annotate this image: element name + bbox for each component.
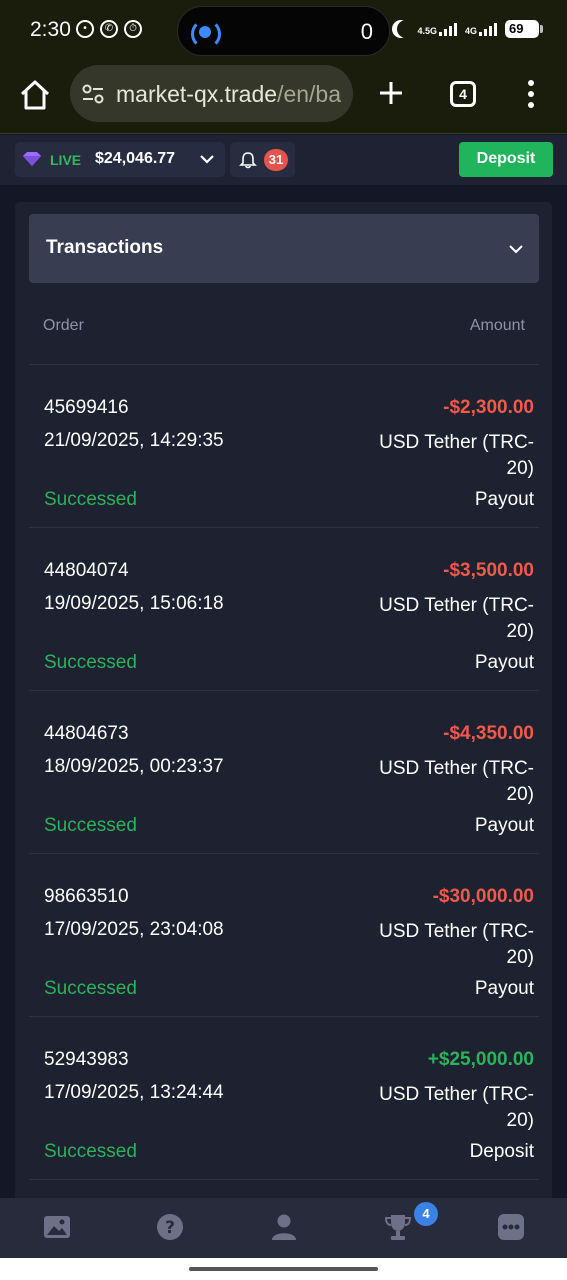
system-status-bar: 2:30 • ✆ ⏱ 0 4.5G 4G 69 [0, 0, 567, 62]
url-text[interactable]: market-qx.trade/en/ba [116, 81, 341, 108]
tab-switcher-button[interactable]: 4 [450, 81, 476, 107]
order-status: Successed [44, 978, 137, 999]
order-id: 98663510 [44, 886, 129, 907]
account-balance: $24,046.77 [95, 150, 176, 167]
order-status: Successed [44, 489, 137, 510]
payment-method: USD Tether (TRC-20) [379, 1084, 534, 1131]
user-icon[interactable] [270, 1213, 298, 1241]
notification-icons: • ✆ ⏱ [76, 20, 142, 38]
transaction-type: Payout [474, 652, 534, 673]
chevron-down-icon [200, 155, 214, 164]
table-row[interactable]: 44804673 18/09/2025, 00:23:37 Successed … [29, 691, 539, 854]
order-status: Successed [44, 1141, 137, 1162]
order-amount: -$3,500.00 [443, 560, 534, 581]
order-id: 45699416 [44, 397, 129, 418]
url-path: /en/ba [277, 81, 342, 107]
address-bar[interactable]: market-qx.trade/en/ba [70, 65, 353, 122]
main-content: Transactions Order Amount 45699416 21/09… [0, 185, 567, 1198]
trophy-icon [384, 1215, 412, 1240]
order-id: 44804673 [44, 723, 129, 744]
transactions-title: Transactions [46, 237, 164, 258]
trophy-badge: 4 [414, 1202, 438, 1226]
notifications-button[interactable]: 31 [230, 142, 295, 177]
do-not-disturb-icon [397, 20, 415, 38]
signal-icon-2 [479, 22, 497, 36]
trophy-nav-item[interactable] [384, 1213, 412, 1241]
payment-method: USD Tether (TRC-20) [379, 921, 534, 968]
bottom-navigation: ? 4 [0, 1198, 567, 1258]
transactions-list: 45699416 21/09/2025, 14:29:35 Successed … [29, 365, 539, 1180]
order-datetime: 18/09/2025, 00:23:37 [44, 756, 224, 777]
svg-text:?: ? [165, 1218, 175, 1238]
clock: 2:30 [30, 18, 71, 41]
order-datetime: 21/09/2025, 14:29:35 [44, 430, 224, 451]
payment-method: USD Tether (TRC-20) [379, 595, 534, 642]
browser-menu-icon[interactable] [528, 80, 536, 108]
help-icon[interactable]: ? [156, 1213, 184, 1241]
order-datetime: 17/09/2025, 13:24:44 [44, 1082, 224, 1103]
column-header-amount: Amount [469, 317, 525, 334]
home-gesture-bar[interactable] [189, 1267, 378, 1271]
battery-icon: 69 [505, 20, 543, 38]
timer-icon: ⏱ [124, 20, 142, 38]
transactions-accordion-header[interactable]: Transactions [29, 214, 539, 283]
network-type-label: 4.5G [417, 26, 437, 36]
transaction-type: Payout [474, 815, 534, 836]
home-icon[interactable] [18, 78, 52, 112]
payment-method: USD Tether (TRC-20) [379, 758, 534, 805]
broadcast-icon [188, 16, 222, 49]
account-type-label: LIVE [50, 152, 82, 168]
messenger-icon: • [76, 20, 94, 38]
signal-icon [438, 22, 457, 36]
order-amount: +$25,000.00 [427, 1049, 534, 1070]
transactions-panel: Transactions Order Amount 45699416 21/09… [15, 202, 552, 1198]
order-status: Successed [44, 815, 137, 836]
transaction-type: Payout [474, 489, 534, 510]
network-type-label-2: 4G [464, 26, 477, 36]
notifications-badge: 31 [264, 149, 288, 171]
order-datetime: 17/09/2025, 23:04:08 [44, 919, 224, 940]
table-row[interactable]: 98663510 17/09/2025, 23:04:08 Successed … [29, 854, 539, 1017]
deposit-button[interactable]: Deposit [459, 142, 553, 177]
app-header: LIVE $24,046.77 31 Deposit [0, 135, 567, 185]
whatsapp-icon: ✆ [100, 20, 118, 38]
order-status: Successed [44, 652, 137, 673]
url-host: market-qx.trade [116, 81, 278, 107]
image-icon[interactable] [43, 1213, 71, 1241]
browser-toolbar: market-qx.trade/en/ba 4 [0, 62, 567, 134]
order-amount: -$4,350.00 [443, 723, 534, 744]
account-switcher[interactable]: LIVE $24,046.77 [15, 142, 225, 177]
transaction-type: Payout [474, 978, 534, 999]
order-datetime: 19/09/2025, 15:06:18 [44, 593, 224, 614]
order-id: 44804074 [44, 560, 129, 581]
table-header: Order Amount [29, 307, 539, 365]
dynamic-island[interactable]: 0 [177, 6, 390, 56]
new-tab-icon[interactable] [378, 80, 404, 106]
column-header-order: Order [43, 317, 84, 334]
order-id: 52943983 [44, 1049, 129, 1070]
table-row[interactable]: 44804074 19/09/2025, 15:06:18 Successed … [29, 528, 539, 691]
table-row[interactable]: 45699416 21/09/2025, 14:29:35 Successed … [29, 365, 539, 528]
island-counter: 0 [360, 19, 373, 44]
table-row[interactable]: 52943983 17/09/2025, 13:24:44 Successed … [29, 1017, 539, 1180]
system-indicators: 4.5G 4G 69 [391, 20, 543, 38]
transaction-type: Deposit [469, 1141, 534, 1162]
site-settings-icon[interactable] [82, 84, 104, 104]
chevron-down-icon [509, 245, 523, 254]
gesture-area [0, 1258, 567, 1280]
bell-icon [239, 152, 257, 169]
diamond-icon [23, 152, 41, 166]
payment-method: USD Tether (TRC-20) [379, 432, 534, 479]
chat-icon[interactable] [497, 1213, 525, 1241]
order-amount: -$30,000.00 [432, 886, 534, 907]
order-amount: -$2,300.00 [443, 397, 534, 418]
